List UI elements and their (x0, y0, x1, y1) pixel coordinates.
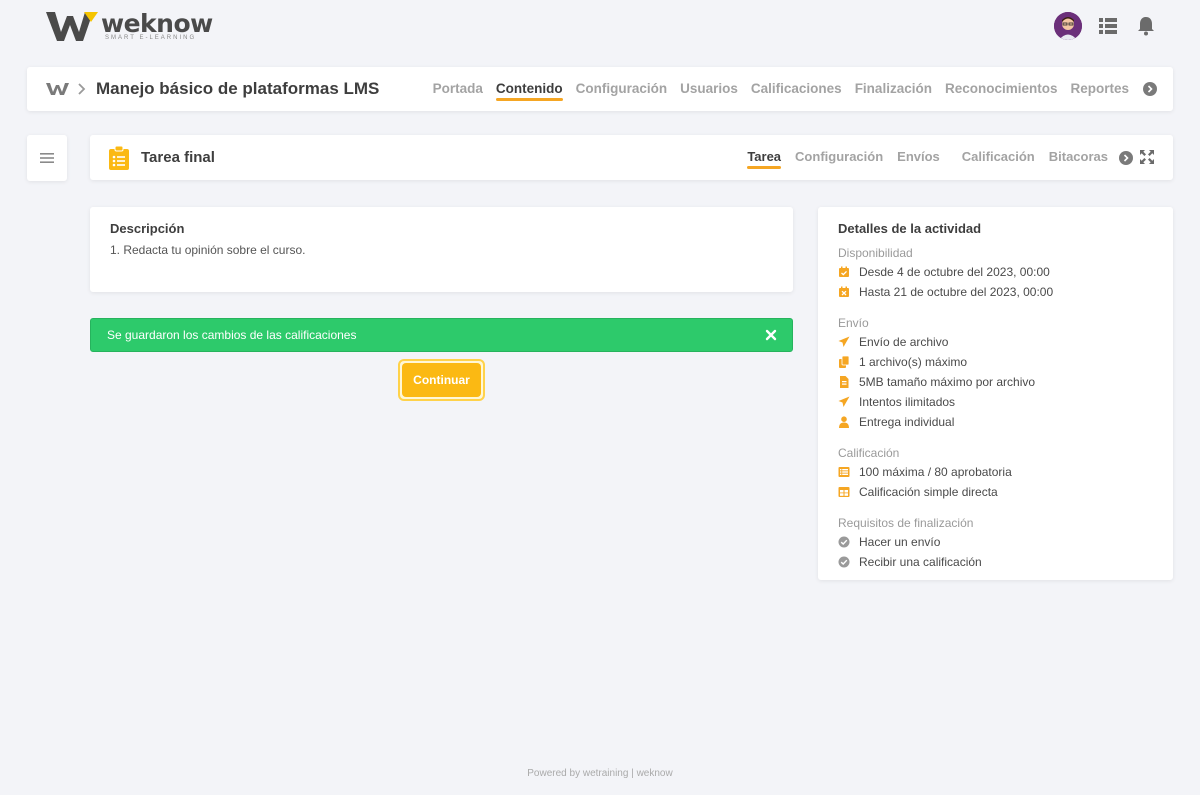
submission-label: Envío (838, 316, 869, 330)
paper-plane-icon (838, 396, 850, 407)
continue-button-label: Continuar (402, 363, 481, 397)
activity-details-card: Detalles de la actividad Disponibilidad … (818, 207, 1173, 580)
hamburger-menu-icon (40, 153, 54, 163)
tab-activity-configuracion[interactable]: Configuración (795, 135, 883, 180)
weknow-logo-mark-icon (46, 12, 98, 41)
bell-icon (1138, 17, 1154, 36)
completion-row: Hacer un envío (838, 532, 1153, 552)
submission-max-size: 5MB tamaño máximo por archivo (859, 375, 1036, 389)
list-grid-icon (1099, 18, 1117, 34)
calendar-x-icon (839, 286, 849, 297)
close-icon[interactable] (764, 328, 778, 342)
description-title: Descripción (110, 221, 185, 236)
user-icon (839, 416, 849, 428)
file-size-icon (840, 376, 849, 388)
description-body: 1. Redacta tu opinión sobre el curso. (110, 243, 306, 257)
grading-scale: 100 máxima / 80 aprobatoria (859, 465, 1012, 479)
notifications-button[interactable] (1134, 12, 1158, 40)
breadcrumb: Manejo básico de plataformas LMS (46, 79, 379, 99)
alert-message: Se guardaron los cambios de las califica… (107, 328, 357, 342)
grading-method: Calificación simple directa (859, 485, 998, 499)
course-tabs: Portada Contenido Configuración Usuarios… (433, 67, 1129, 111)
submission-row: 5MB tamaño máximo por archivo (838, 372, 1153, 392)
expand-icon[interactable] (1139, 149, 1155, 165)
tab-configuracion[interactable]: Configuración (576, 67, 668, 111)
submission-type: Envío de archivo (859, 335, 949, 349)
availability-label: Disponibilidad (838, 246, 913, 260)
weknow-logo[interactable]: weknow SMART E-LEARNING (46, 10, 213, 44)
completion-label: Requisitos de finalización (838, 516, 974, 530)
grading-row: 100 máxima / 80 aprobatoria (838, 462, 1153, 482)
tab-reportes[interactable]: Reportes (1070, 67, 1129, 111)
apps-grid-button[interactable] (1096, 12, 1120, 40)
description-card: Descripción 1. Redacta tu opinión sobre … (90, 207, 793, 292)
activity-tabs: Tarea Configuración Envíos Calificación … (747, 135, 1108, 180)
tab-reconocimientos[interactable]: Reconocimientos (945, 67, 1058, 111)
clipboard-list-icon (109, 146, 129, 170)
chevron-right-icon (78, 83, 86, 95)
course-title: Manejo básico de plataformas LMS (96, 79, 380, 98)
check-circle-icon (838, 556, 850, 568)
top-header: weknow SMART E-LEARNING (0, 0, 1200, 56)
details-title: Detalles de la actividad (838, 221, 982, 236)
list-icon (838, 467, 850, 477)
grading-label: Calificación (838, 446, 900, 460)
tab-envios[interactable]: Envíos (897, 135, 940, 180)
completion-row: Recibir una calificación (838, 552, 1153, 572)
continue-button[interactable]: Continuar (398, 359, 485, 401)
submission-mode: Entrega individual (859, 415, 955, 429)
activity-title: Tarea final (141, 149, 215, 166)
submission-row: Intentos ilimitados (838, 392, 1153, 412)
tab-finalizacion[interactable]: Finalización (855, 67, 932, 111)
brand-name: weknow (101, 9, 213, 38)
availability-row: Desde 4 de octubre del 2023, 00:00 (838, 262, 1153, 282)
table-icon (838, 487, 850, 497)
course-navigation-bar: Manejo básico de plataformas LMS Portada… (27, 67, 1173, 111)
availability-row: Hasta 21 de octubre del 2023, 00:00 (838, 282, 1153, 302)
success-alert: Se guardaron los cambios de las califica… (90, 318, 793, 352)
tab-bitacoras[interactable]: Bitacoras (1049, 135, 1108, 180)
tab-portada[interactable]: Portada (433, 67, 483, 111)
activity-header-bar: Tarea final Tarea Configuración Envíos C… (90, 135, 1173, 180)
submission-row: Envío de archivo (838, 332, 1153, 352)
availability-end: Hasta 21 de octubre del 2023, 00:00 (859, 285, 1054, 299)
activity-tabs-next-button[interactable] (1119, 151, 1133, 165)
tab-calificaciones[interactable]: Calificaciones (751, 67, 842, 111)
tab-contenido[interactable]: Contenido (495, 67, 563, 111)
tab-calificacion[interactable]: Calificación (962, 135, 1035, 180)
tabs-next-button[interactable] (1143, 82, 1157, 96)
submission-attempts: Intentos ilimitados (859, 395, 956, 409)
submission-max-files: 1 archivo(s) máximo (859, 355, 968, 369)
submission-row: 1 archivo(s) máximo (838, 352, 1153, 372)
availability-start: Desde 4 de octubre del 2023, 00:00 (859, 265, 1050, 279)
completion-requirement: Hacer un envío (859, 535, 941, 549)
brand-tagline: SMART E-LEARNING (105, 35, 197, 41)
user-avatar-icon (1054, 12, 1082, 40)
calendar-check-icon (839, 266, 849, 277)
avatar[interactable] (1054, 12, 1082, 40)
footer-credits: Powered by wetraining | weknow (527, 768, 673, 779)
check-circle-icon (838, 536, 850, 548)
files-icon (839, 356, 850, 368)
tab-tarea[interactable]: Tarea (747, 135, 781, 180)
sidebar-toggle-button[interactable] (27, 135, 67, 181)
submission-row: Entrega individual (838, 412, 1153, 432)
chevron-right-icon (1147, 85, 1153, 93)
chevron-right-icon (1123, 154, 1129, 162)
home-logo-icon[interactable] (46, 82, 70, 96)
completion-requirement: Recibir una calificación (859, 555, 982, 569)
paper-plane-icon (838, 336, 850, 347)
tab-usuarios[interactable]: Usuarios (680, 67, 738, 111)
grading-row: Calificación simple directa (838, 482, 1153, 502)
